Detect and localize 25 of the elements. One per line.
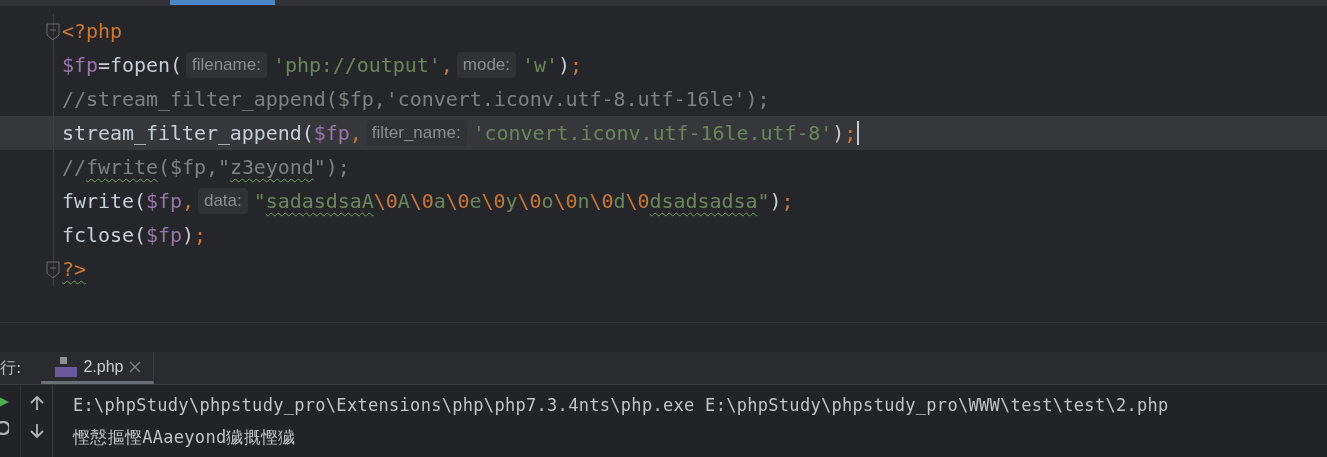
code-text: fwrite($fp, bbox=[62, 189, 194, 213]
code-text: //fwrite($fp,"z3eyond"); bbox=[62, 155, 350, 179]
run-icon[interactable] bbox=[0, 395, 9, 409]
console-output-line: E:\phpStudy\phpstudy_pro\Extensions\php\php7.3.4nts\php.exe E:\phpStudy\phpstudy_pro\WWW\test\test\2.php bbox=[73, 394, 1169, 417]
code-text: stream_filter_append($fp, bbox=[62, 121, 362, 145]
code-text: 'php://output', bbox=[272, 53, 453, 77]
php-file-icon bbox=[55, 355, 78, 378]
code-text: 'w'); bbox=[522, 53, 582, 77]
parameter-hint: filename: bbox=[185, 52, 267, 78]
code-text: "sadasdsaA\0A\0a\0e\0y\0o\0n\0d\0dsadsadsa"); bbox=[253, 189, 794, 213]
run-tab[interactable]: 2.php bbox=[41, 352, 155, 384]
up-arrow-icon[interactable] bbox=[29, 395, 44, 411]
parameter-hint: data: bbox=[197, 188, 248, 214]
code-text: fclose($fp); bbox=[62, 223, 206, 247]
panel-label: 行: bbox=[0, 357, 22, 379]
code-text: $fp=fopen( bbox=[62, 53, 182, 77]
code-text: ?> bbox=[62, 257, 86, 281]
parameter-hint: mode: bbox=[456, 52, 517, 78]
parameter-hint: filter_name: bbox=[365, 120, 467, 146]
console-output-line: 慳慤摳慳AAaeyond獩摡慳獩 bbox=[73, 426, 297, 449]
code-text: <?php bbox=[62, 19, 122, 43]
code-text: 'convert.iconv.utf-16le.utf-8'); bbox=[472, 121, 857, 145]
code-text: //stream_filter_append($fp,'convert.iconv.utf-8.utf-16le'); bbox=[62, 87, 770, 111]
close-icon[interactable] bbox=[129, 360, 142, 373]
down-arrow-icon[interactable] bbox=[29, 423, 44, 439]
